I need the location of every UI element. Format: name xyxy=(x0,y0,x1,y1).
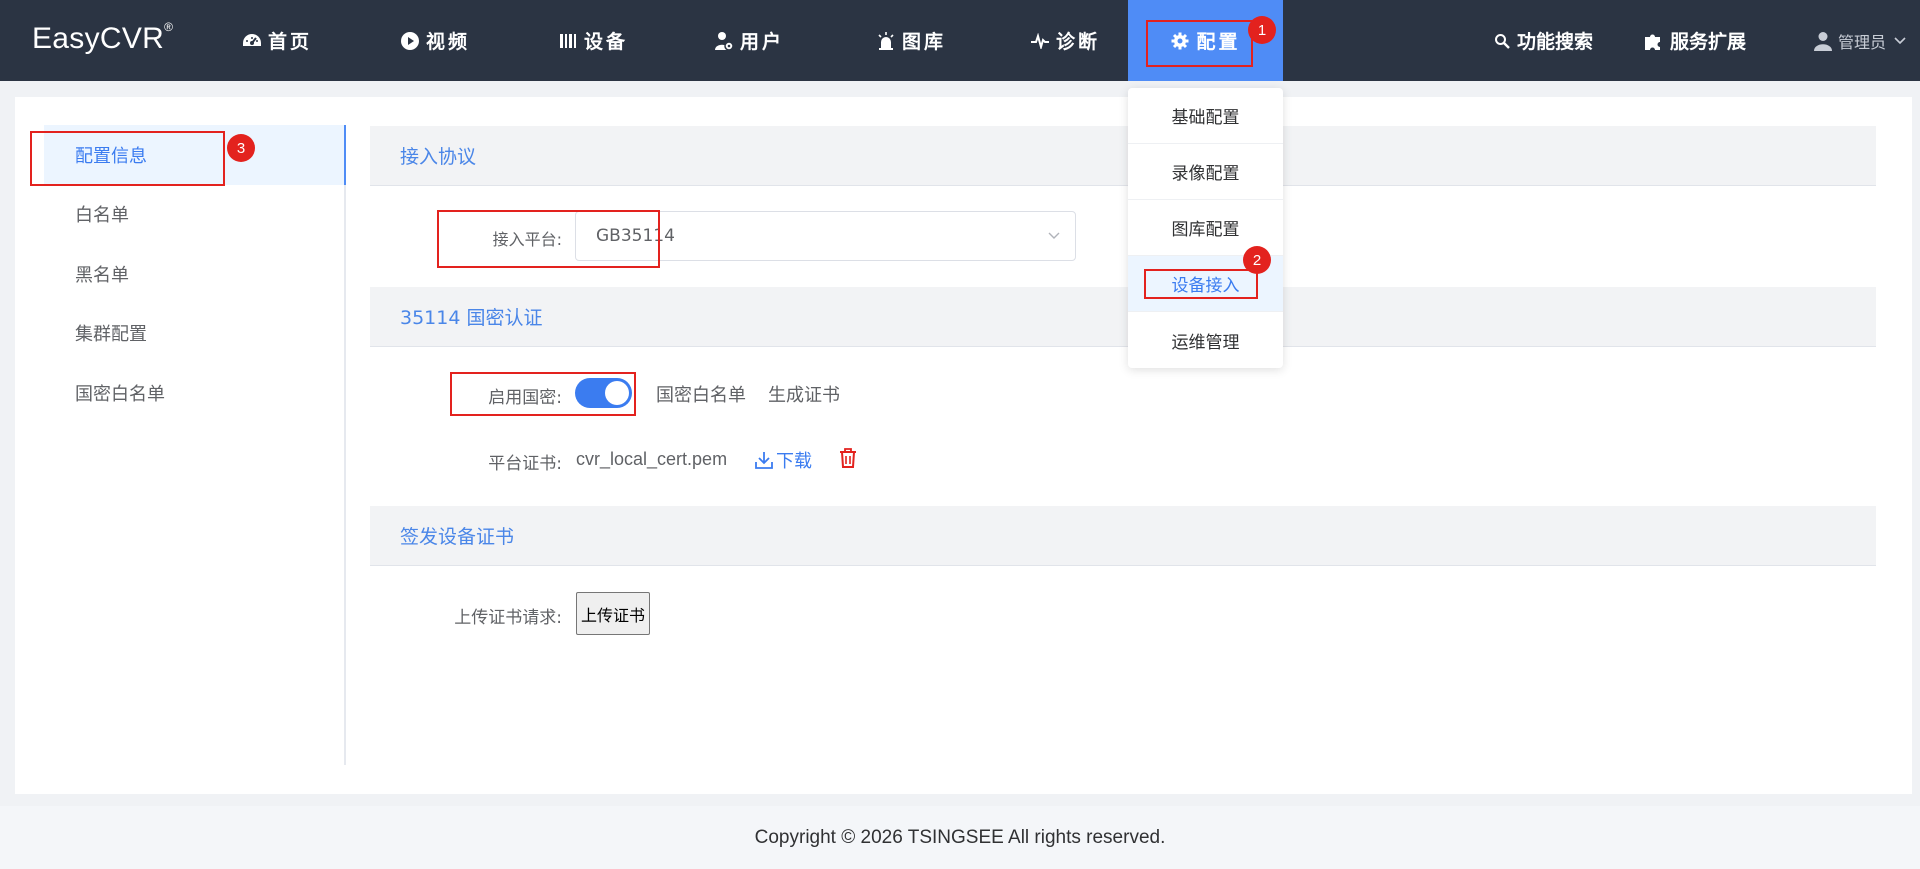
dropdown-item-ops-management[interactable]: 运维管理 xyxy=(1128,312,1283,368)
footer: Copyright © 2026 TSINGSEE All rights res… xyxy=(0,806,1920,869)
config-dropdown-menu: 基础配置 录像配置 图库配置 设备接入 运维管理 xyxy=(1128,88,1283,368)
nav-home[interactable]: 首页 xyxy=(212,0,342,81)
platform-select-value: GB35114 xyxy=(596,226,675,246)
nav-video-label: 视频 xyxy=(425,31,470,53)
dropdown-item-record-config[interactable]: 录像配置 xyxy=(1128,144,1283,200)
user-menu[interactable]: 管理员 xyxy=(1813,0,1906,81)
user-gear-icon xyxy=(714,31,734,51)
toggle-knob xyxy=(605,381,629,405)
search-icon xyxy=(1494,33,1510,49)
copyright-text: Copyright © 2026 TSINGSEE All rights res… xyxy=(754,826,1166,848)
sidebar-item-cluster-config[interactable]: 集群配置 xyxy=(44,303,344,363)
upload-request-label: 上传证书请求: xyxy=(454,608,562,628)
sidebar-item-label: 黑名单 xyxy=(75,265,129,286)
download-label: 下载 xyxy=(776,451,812,472)
device-bars-icon xyxy=(558,31,578,51)
nav-gallery-label: 图库 xyxy=(901,31,946,53)
annotation-number-1: 1 xyxy=(1248,16,1276,44)
top-navigation-bar: EasyCVR® 首页 视频 设备 用户 图库 诊断 配置 功能搜索 服务扩展 … xyxy=(0,0,1920,81)
nav-diagnosis-label: 诊断 xyxy=(1055,31,1100,53)
upload-cert-button[interactable]: 上传证书 xyxy=(576,592,650,635)
sidebar-item-label: 白名单 xyxy=(75,205,129,226)
alarm-light-icon xyxy=(876,31,896,51)
feature-search-button[interactable]: 功能搜索 xyxy=(1494,0,1593,81)
section-access-protocol: 接入协议 xyxy=(370,126,1876,186)
pulse-icon xyxy=(1030,31,1050,51)
sm-whitelist-link[interactable]: 国密白名单 xyxy=(656,381,746,407)
dropdown-item-basic-config[interactable]: 基础配置 xyxy=(1128,88,1283,144)
section-title: 接入协议 xyxy=(400,146,477,168)
platform-select[interactable]: GB35114 xyxy=(575,211,1076,261)
cert-filename: cvr_local_cert.pem xyxy=(576,449,728,469)
puzzle-icon xyxy=(1643,31,1663,51)
feature-search-label: 功能搜索 xyxy=(1517,31,1594,53)
delete-icon[interactable] xyxy=(838,447,858,469)
nav-device[interactable]: 设备 xyxy=(528,0,658,81)
sidebar-item-blacklist[interactable]: 黑名单 xyxy=(44,244,344,304)
nav-user-label: 用户 xyxy=(739,31,784,53)
nav-user[interactable]: 用户 xyxy=(684,0,814,81)
enable-sm-toggle[interactable] xyxy=(575,378,632,408)
annotation-number-2: 2 xyxy=(1243,246,1271,274)
nav-gallery[interactable]: 图库 xyxy=(846,0,976,81)
nav-config-label: 配置 xyxy=(1196,31,1241,53)
section-title: 35114 国密认证 xyxy=(400,307,543,329)
sidebar-item-sm-whitelist[interactable]: 国密白名单 xyxy=(44,363,344,423)
nav-device-label: 设备 xyxy=(583,31,628,53)
play-circle-icon xyxy=(400,31,420,51)
chevron-down-icon xyxy=(1047,228,1061,248)
sidebar-item-whitelist[interactable]: 白名单 xyxy=(44,184,344,244)
sidebar-item-label: 配置信息 xyxy=(75,146,147,167)
user-avatar-icon xyxy=(1813,31,1832,51)
nav-video[interactable]: 视频 xyxy=(370,0,500,81)
dashboard-icon xyxy=(242,31,262,51)
platform-cert-label: 平台证书: xyxy=(488,454,562,474)
download-cert-link[interactable]: 下载 xyxy=(754,447,812,473)
generate-cert-link[interactable]: 生成证书 xyxy=(768,381,840,407)
section-sm-auth: 35114 国密认证 xyxy=(370,287,1876,347)
sidebar-item-label: 国密白名单 xyxy=(75,384,165,405)
section-issue-cert: 签发设备证书 xyxy=(370,506,1876,566)
chevron-down-icon xyxy=(1894,36,1906,45)
service-extension-button[interactable]: 服务扩展 xyxy=(1643,0,1746,81)
enable-sm-label: 启用国密: xyxy=(488,388,562,408)
nav-diagnosis[interactable]: 诊断 xyxy=(1000,0,1130,81)
service-extension-label: 服务扩展 xyxy=(1670,31,1747,53)
download-icon xyxy=(754,450,774,470)
gear-icon xyxy=(1170,31,1190,51)
platform-label: 接入平台: xyxy=(492,230,562,249)
app-logo[interactable]: EasyCVR® xyxy=(32,20,173,56)
section-title: 签发设备证书 xyxy=(400,526,515,548)
annotation-number-3: 3 xyxy=(227,134,255,162)
user-name: 管理员 xyxy=(1837,32,1886,52)
sidebar-item-config-info[interactable]: 配置信息 xyxy=(44,125,346,185)
nav-home-label: 首页 xyxy=(267,31,312,53)
sidebar-item-label: 集群配置 xyxy=(75,324,147,345)
config-sidebar: 配置信息 白名单 黑名单 集群配置 国密白名单 xyxy=(30,125,346,765)
